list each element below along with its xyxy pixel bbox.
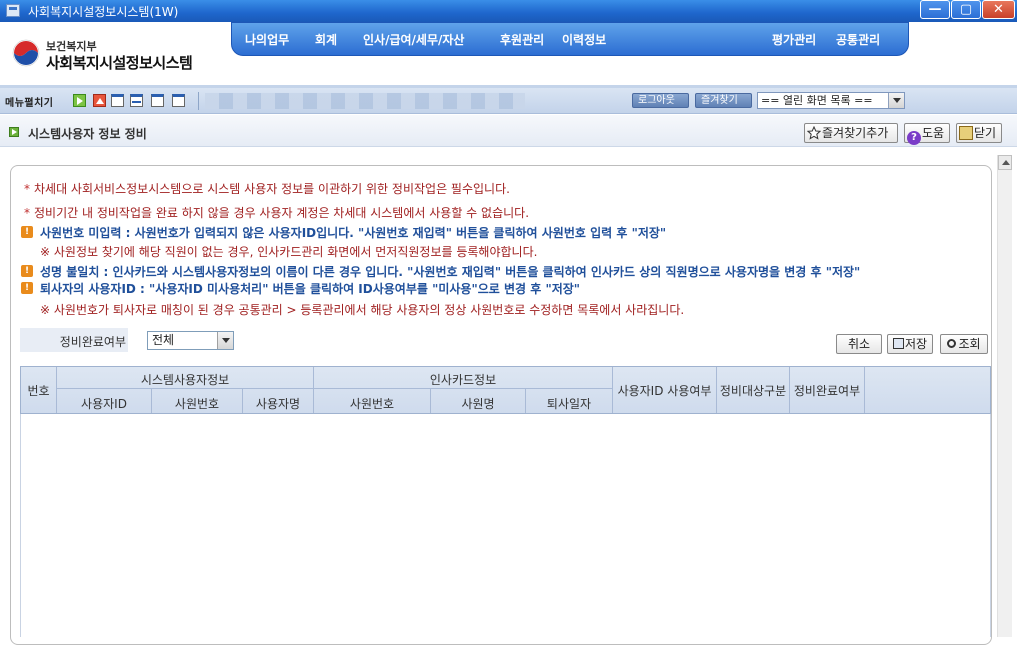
close-window-button[interactable]: ✕ [982, 0, 1015, 19]
col-group-hr-card: 인사카드정보 [429, 373, 497, 387]
warning-name-mismatch: 성명 불일치 : 인사카드와 시스템사용자정보의 이름이 다른 경우 입니다. … [40, 265, 861, 279]
page-title-bar: 시스템사용자 정보 정비 즐겨찾기추가 ? 도움 닫기 [0, 115, 1017, 147]
toolbar-divider [198, 92, 199, 110]
col-no[interactable]: 번호 [21, 382, 56, 399]
expand-icon[interactable] [73, 94, 86, 107]
col-target-type[interactable]: 정비대상구분 [717, 382, 789, 399]
col-user-name[interactable]: 사용자명 [243, 395, 313, 412]
user-grid-body[interactable] [20, 414, 991, 637]
add-favorite-button[interactable]: 즐겨찾기추가 [804, 123, 898, 143]
floppy-disk-icon [892, 338, 904, 349]
completion-status-value: 전체 [152, 333, 175, 347]
menu-sponsorship[interactable]: 후원관리 [500, 31, 544, 48]
app-icon [6, 4, 20, 17]
warning-empno-missing: 사원번호 미입력 : 사원번호가 입력되지 않은 사용자ID입니다. "사원번호… [40, 226, 667, 240]
window-layout-icon[interactable] [111, 94, 124, 107]
warning-icon: ! [21, 282, 33, 294]
menu-accounting[interactable]: 회계 [315, 31, 337, 48]
col-id-use[interactable]: 사용자ID 사용여부 [613, 382, 716, 399]
chevron-down-icon[interactable] [217, 332, 233, 349]
search-icon [947, 339, 957, 348]
window-title: 사회복지시설정보시스템(1W) [28, 5, 179, 19]
menu-evaluation[interactable]: 평가관리 [772, 31, 816, 48]
user-info-redacted [205, 93, 525, 109]
window-single-icon[interactable] [172, 94, 185, 107]
menu-history[interactable]: 이력정보 [562, 31, 606, 48]
notice-migration: * 차세대 사회서비스정보시스템으로 시스템 사용자 정보를 이관하기 위한 정비… [24, 182, 510, 196]
user-grid-header: 번호 시스템사용자정보 인사카드정보 사용자ID 사원번호 사용자명 사원번호 … [20, 366, 991, 414]
menu-common[interactable]: 공통관리 [836, 31, 880, 48]
col-emp-no[interactable]: 사원번호 [152, 395, 242, 412]
expand-menu-label[interactable]: 메뉴펼치기 [5, 94, 54, 109]
menu-my-work[interactable]: 나의업무 [245, 31, 289, 48]
completion-status-select[interactable]: 전체 [147, 331, 234, 350]
col-leave-date[interactable]: 퇴사일자 [526, 395, 612, 412]
warning-retired-sub: ※ 사원번호가 퇴사자로 매칭이 된 경우 공통관리 > 등록관리에서 해당 사… [40, 303, 685, 317]
help-button[interactable]: ? 도움 [904, 123, 950, 145]
exit-door-icon [959, 126, 973, 140]
open-screens-select[interactable]: == 열린 화면 목록 == [757, 92, 905, 109]
app-header: 보건복지부 사회복지시설정보시스템 나의업무 회계 인사/급여/세무/자산 후원… [0, 22, 1017, 85]
maximize-button[interactable]: ▢ [951, 0, 981, 19]
logo-title[interactable]: 사회복지시설정보시스템 [46, 52, 193, 73]
col-user-id[interactable]: 사용자ID [57, 395, 151, 412]
chevron-down-icon[interactable] [888, 93, 904, 108]
window-horizontal-icon[interactable] [130, 94, 143, 107]
favorites-button[interactable]: 즐겨찾기 [695, 93, 752, 108]
warning-icon: ! [21, 226, 33, 238]
search-button[interactable]: 조회 [940, 334, 988, 354]
save-button[interactable]: 저장 [887, 334, 933, 354]
scroll-up-icon[interactable] [998, 155, 1012, 170]
close-page-button[interactable]: 닫기 [956, 123, 1002, 143]
title-bullet-icon [9, 127, 19, 137]
col-hr-emp-name[interactable]: 사원명 [431, 395, 525, 412]
collapse-icon[interactable] [93, 94, 106, 107]
main-menu: 나의업무 회계 인사/급여/세무/자산 후원관리 이력정보 평가관리 공통관리 [231, 22, 909, 56]
ministry-emblem-icon [12, 39, 40, 67]
star-icon [807, 126, 821, 140]
logout-button[interactable]: 로그아웃 [632, 93, 689, 108]
window-titlebar: 사회복지시설정보시스템(1W) — ▢ ✕ [0, 0, 1017, 22]
vertical-scrollbar[interactable] [997, 155, 1012, 637]
toolbar: 메뉴펼치기 로그아웃 즐겨찾기 == 열린 화면 목록 == [0, 88, 1017, 114]
menu-hr-payroll[interactable]: 인사/급여/세무/자산 [363, 31, 464, 48]
col-complete[interactable]: 정비완료여부 [790, 382, 864, 399]
help-icon: ? [907, 131, 921, 145]
warning-icon: ! [21, 265, 33, 277]
page-title: 시스템사용자 정보 정비 [28, 127, 147, 141]
warning-retired-user: 퇴사자의 사용자ID : "사용자ID 미사용처리" 버튼을 클릭하여 ID사용… [40, 282, 581, 296]
minimize-button[interactable]: — [920, 0, 950, 19]
window-cascade-icon[interactable] [151, 94, 164, 107]
open-screens-value: == 열린 화면 목록 == [761, 94, 873, 107]
col-group-system-user: 시스템사용자정보 [140, 373, 230, 387]
cancel-button[interactable]: 취소 [836, 334, 882, 354]
notice-deadline: * 정비기간 내 정비작업을 완료 하지 않을 경우 사용자 계정은 차세대 시스… [24, 206, 530, 220]
col-hr-emp-no[interactable]: 사원번호 [314, 395, 430, 412]
warning-empno-sub: ※ 사원정보 찾기에 해당 직원이 없는 경우, 인사카드관리 화면에서 먼저직… [40, 245, 538, 259]
filter-label: 정비완료여부 [59, 335, 126, 349]
